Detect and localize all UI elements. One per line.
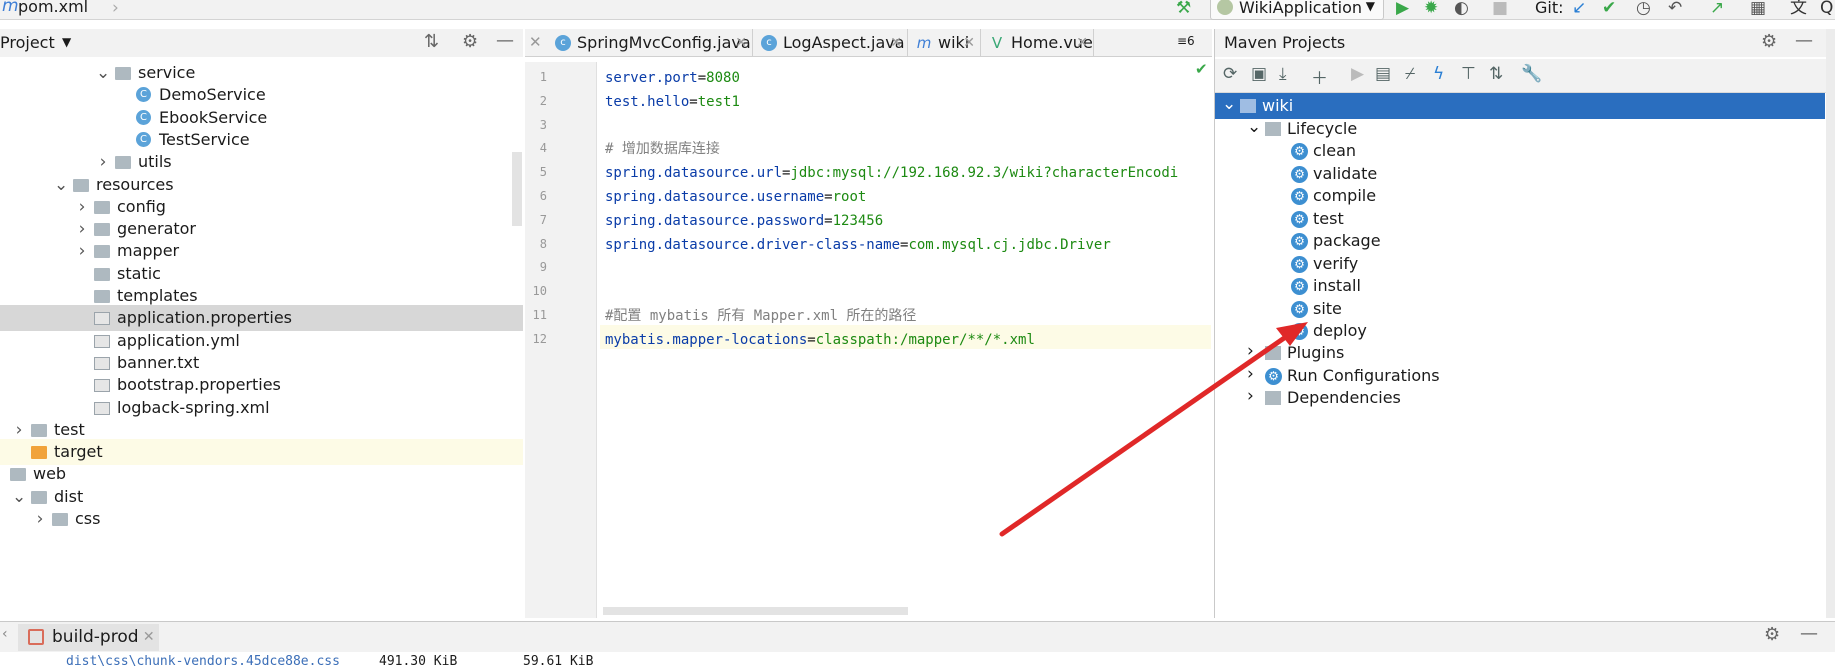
bottom-tool-window-bar: ‹ build-prod ✕ ⚙ — [0, 621, 1835, 652]
gear-icon[interactable]: ⚙ [1764, 624, 1780, 645]
close-icon[interactable]: ✕ [143, 624, 155, 651]
console-gzip-size: 59.61 KiB [523, 654, 594, 669]
annotation-arrow-line [999, 331, 1293, 537]
tab-build-prod[interactable]: build-prod ✕ [18, 624, 159, 651]
minimize-icon[interactable]: — [1800, 623, 1818, 644]
npm-icon [28, 629, 44, 645]
console-file-path[interactable]: dist\css\chunk-vendors.45dce88e.css [66, 652, 340, 671]
annotation-arrow [999, 322, 1308, 537]
console-file-size: 491.30 KiB [379, 654, 458, 669]
chevron-left-icon[interactable]: ‹ [2, 626, 8, 642]
tab-build-prod-label: build-prod [52, 627, 139, 647]
build-console: dist\css\chunk-vendors.45dce88e.css 491.… [0, 652, 1835, 671]
